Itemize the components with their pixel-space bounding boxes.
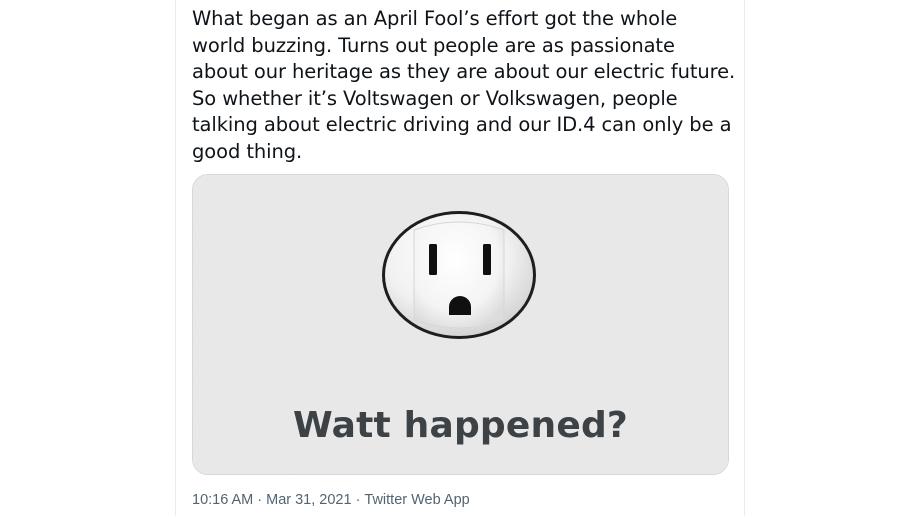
tweet: What began as an April Fool’s effort got… <box>175 0 745 516</box>
tweet-text-line: about our heritage as they are about our… <box>192 60 736 83</box>
tweet-time[interactable]: 10:16 AM <box>192 492 253 508</box>
tweet-text-line: So whether it’s Voltswagen or Volkswagen… <box>192 86 678 110</box>
tweet-text-line: talking about electric driving and our I… <box>192 113 732 136</box>
meta-separator: · <box>355 492 361 508</box>
tweet-text-line: What began as an April Fool’s effort got… <box>192 7 678 30</box>
meta-separator: · <box>257 492 263 508</box>
tweet-text-line: world buzzing. Turns out people are as p… <box>192 33 675 57</box>
electrical-outlet-icon <box>382 211 536 339</box>
tweet-text: What began as an April Fool’s effort got… <box>192 6 742 165</box>
tweet-text-line: good thing. <box>192 139 303 163</box>
image-caption: Watt happened? <box>292 405 629 446</box>
tweet-date[interactable]: Mar 31, 2021 <box>266 492 351 508</box>
tweet-media-image[interactable]: Watt happened? <box>192 174 729 475</box>
tweet-source[interactable]: Twitter Web App <box>364 492 469 508</box>
tweet-metadata: 10:16 AM · Mar 31, 2021 · Twitter Web App <box>192 492 470 508</box>
